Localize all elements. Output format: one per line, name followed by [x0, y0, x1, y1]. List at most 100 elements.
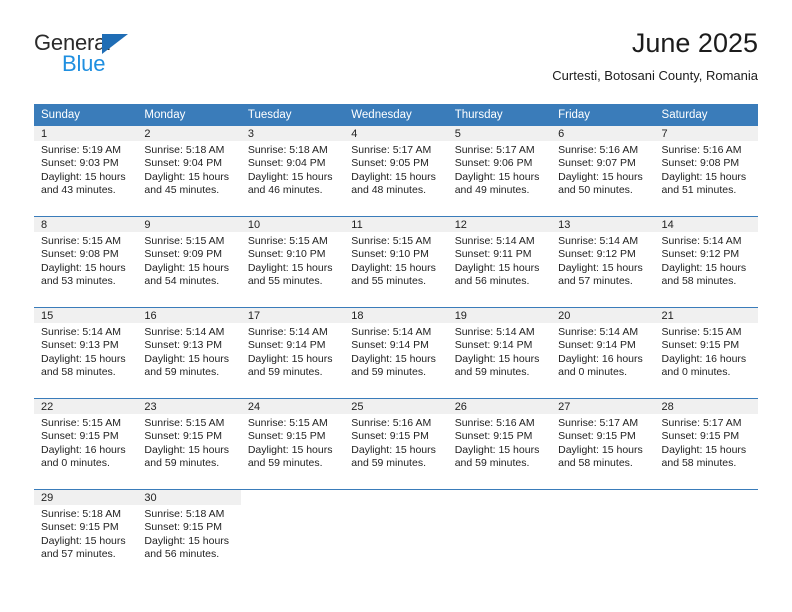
calendar-day-cell[interactable]: 26 Sunrise: 5:16 AM Sunset: 9:15 PM Dayligh…	[447, 398, 552, 483]
day-sunrise-text: Sunrise: 5:14 AM	[558, 235, 639, 247]
day-sunrise-text: Sunrise: 5:18 AM	[41, 508, 121, 520]
day-number: 7	[654, 126, 758, 141]
calendar-day-cell[interactable]: 24 Sunrise: 5:15 AM Sunset: 9:15 PM Dayligh…	[240, 398, 345, 483]
day-sunset-text: Sunset: 9:15 PM	[247, 430, 326, 443]
calendar-day-cell[interactable]: 13 Sunrise: 5:14 AM Sunset: 9:12 PM Dayligh…	[551, 216, 655, 301]
calendar-day-cell	[551, 489, 655, 574]
day-sunset-text: Sunset: 9:04 PM	[144, 157, 223, 170]
calendar-day-cell[interactable]: 15 Sunrise: 5:14 AM Sunset: 9:13 PM Dayligh…	[34, 307, 138, 392]
day-daylight-line2-text: and 43 minutes.	[41, 184, 116, 197]
day-sunset-text: Sunset: 9:08 PM	[41, 248, 119, 261]
day-daylight-line1-text: Daylight: 15 hours	[558, 261, 643, 274]
day-cell-inner: 10 Sunrise: 5:15 AM Sunset: 9:10 PM Dayligh…	[240, 217, 345, 301]
calendar-day-cell[interactable]: 25 Sunrise: 5:16 AM Sunset: 9:15 PM Dayligh…	[344, 398, 448, 483]
day-cell-inner: 15 Sunrise: 5:14 AM Sunset: 9:13 PM Dayligh…	[34, 308, 138, 392]
day-daylight-line1-text: Daylight: 16 hours	[661, 352, 747, 365]
day-daylight-line1-text: Daylight: 15 hours	[41, 261, 126, 274]
calendar-day-cell	[654, 489, 758, 574]
day-details: Sunrise: 5:15 AM Sunset: 9:08 PM Daylight:…	[34, 232, 137, 289]
day-daylight-line2-text: and 48 minutes.	[351, 184, 426, 197]
calendar-day-cell[interactable]: 12 Sunrise: 5:14 AM Sunset: 9:11 PM Dayligh…	[447, 216, 552, 301]
day-sunset-text: Sunset: 9:15 PM	[41, 430, 119, 443]
calendar-day-cell[interactable]: 30 Sunrise: 5:18 AM Sunset: 9:15 PM Dayligh…	[137, 489, 241, 574]
calendar-day-cell[interactable]: 27 Sunrise: 5:17 AM Sunset: 9:15 PM Dayligh…	[551, 398, 655, 483]
day-daylight-line2-text: and 59 minutes.	[247, 457, 323, 470]
calendar-day-cell[interactable]: 19 Sunrise: 5:14 AM Sunset: 9:14 PM Dayligh…	[447, 307, 552, 392]
page-title: June 2025	[631, 28, 758, 58]
day-details	[655, 505, 758, 508]
day-details: Sunrise: 5:18 AM Sunset: 9:15 PM Daylight:…	[34, 505, 137, 562]
day-daylight-line1-text: Daylight: 16 hours	[558, 352, 643, 365]
day-daylight-line2-text: and 58 minutes.	[661, 457, 737, 470]
calendar-day-cell[interactable]: 23 Sunrise: 5:15 AM Sunset: 9:15 PM Dayligh…	[137, 398, 241, 483]
day-details: Sunrise: 5:14 AM Sunset: 9:11 PM Daylight:…	[448, 232, 551, 289]
day-sunset-text: Sunset: 9:15 PM	[144, 521, 223, 534]
calendar-day-cell[interactable]: 21 Sunrise: 5:15 AM Sunset: 9:15 PM Dayligh…	[654, 307, 758, 392]
day-cell-inner: 4 Sunrise: 5:17 AM Sunset: 9:05 PM Daylight…	[344, 126, 448, 210]
day-sunrise-text: Sunrise: 5:15 AM	[661, 326, 742, 338]
calendar-day-cell[interactable]: 18 Sunrise: 5:14 AM Sunset: 9:14 PM Dayligh…	[344, 307, 448, 392]
day-details: Sunrise: 5:16 AM Sunset: 9:15 PM Daylight:…	[448, 414, 551, 471]
day-sunrise-text: Sunrise: 5:14 AM	[351, 326, 432, 338]
day-sunset-text: Sunset: 9:14 PM	[351, 339, 429, 352]
day-sunset-text: Sunset: 9:12 PM	[558, 248, 636, 261]
day-sunset-text: Sunset: 9:14 PM	[247, 339, 326, 352]
day-daylight-line2-text: and 0 minutes.	[661, 366, 731, 379]
day-daylight-line2-text: and 57 minutes.	[558, 275, 633, 288]
day-number	[551, 490, 654, 505]
calendar-day-cell[interactable]: 10 Sunrise: 5:15 AM Sunset: 9:10 PM Dayligh…	[240, 216, 345, 301]
day-number: 28	[654, 399, 758, 414]
calendar-day-cell[interactable]: 5 Sunrise: 5:17 AM Sunset: 9:06 PM Daylight…	[447, 126, 552, 210]
calendar-day-cell[interactable]: 20 Sunrise: 5:14 AM Sunset: 9:14 PM Dayligh…	[551, 307, 655, 392]
day-number: 19	[447, 308, 552, 323]
calendar-day-cell[interactable]: 9 Sunrise: 5:15 AM Sunset: 9:09 PM Daylight…	[137, 216, 241, 301]
day-daylight-line1-text: Daylight: 15 hours	[41, 170, 126, 183]
day-number: 10	[240, 217, 345, 232]
day-cell-inner: 7 Sunrise: 5:16 AM Sunset: 9:08 PM Daylight…	[654, 126, 758, 210]
calendar-day-cell[interactable]: 7 Sunrise: 5:16 AM Sunset: 9:08 PM Daylight…	[654, 126, 758, 210]
day-sunset-text: Sunset: 9:15 PM	[144, 430, 223, 443]
day-daylight-line1-text: Daylight: 15 hours	[661, 261, 747, 274]
calendar-day-cell[interactable]: 14 Sunrise: 5:14 AM Sunset: 9:12 PM Dayligh…	[654, 216, 758, 301]
calendar-day-cell[interactable]: 8 Sunrise: 5:15 AM Sunset: 9:08 PM Daylight…	[34, 216, 138, 301]
day-daylight-line2-text: and 45 minutes.	[144, 184, 220, 197]
day-sunrise-text: Sunrise: 5:14 AM	[247, 326, 328, 338]
calendar-day-cell[interactable]: 16 Sunrise: 5:14 AM Sunset: 9:13 PM Dayligh…	[137, 307, 241, 392]
day-sunrise-text: Sunrise: 5:19 AM	[41, 144, 121, 156]
calendar-day-cell[interactable]: 11 Sunrise: 5:15 AM Sunset: 9:10 PM Dayligh…	[344, 216, 448, 301]
day-daylight-line2-text: and 55 minutes.	[247, 275, 323, 288]
day-sunset-text: Sunset: 9:14 PM	[558, 339, 636, 352]
day-details: Sunrise: 5:14 AM Sunset: 9:14 PM Daylight:…	[241, 323, 344, 380]
day-sunset-text: Sunset: 9:15 PM	[41, 521, 119, 534]
day-cell-inner: 6 Sunrise: 5:16 AM Sunset: 9:07 PM Daylight…	[551, 126, 655, 210]
day-daylight-line1-text: Daylight: 15 hours	[454, 352, 540, 365]
general-blue-logo[interactable]: General Blue	[34, 30, 194, 86]
day-cell-inner: 12 Sunrise: 5:14 AM Sunset: 9:11 PM Dayligh…	[447, 217, 552, 301]
calendar-day-cell[interactable]: 29 Sunrise: 5:18 AM Sunset: 9:15 PM Dayligh…	[34, 489, 138, 574]
calendar-day-cell[interactable]: 6 Sunrise: 5:16 AM Sunset: 9:07 PM Daylight…	[551, 126, 655, 210]
day-cell-inner: 24 Sunrise: 5:15 AM Sunset: 9:15 PM Dayligh…	[240, 399, 345, 483]
calendar-day-cell[interactable]: 2 Sunrise: 5:18 AM Sunset: 9:04 PM Daylight…	[137, 126, 241, 210]
day-details: Sunrise: 5:18 AM Sunset: 9:04 PM Daylight:…	[137, 141, 240, 198]
day-daylight-line2-text: and 0 minutes.	[41, 457, 110, 470]
calendar-day-cell[interactable]: 3 Sunrise: 5:18 AM Sunset: 9:04 PM Daylight…	[240, 126, 345, 210]
location-subtitle: Curtesti, Botosani County, Romania	[552, 68, 758, 83]
day-details: Sunrise: 5:14 AM Sunset: 9:12 PM Daylight:…	[551, 232, 654, 289]
day-daylight-line1-text: Daylight: 15 hours	[351, 170, 436, 183]
day-daylight-line1-text: Daylight: 15 hours	[41, 352, 126, 365]
day-sunrise-text: Sunrise: 5:16 AM	[661, 144, 742, 156]
calendar-day-cell[interactable]: 28 Sunrise: 5:17 AM Sunset: 9:15 PM Dayligh…	[654, 398, 758, 483]
day-daylight-line2-text: and 59 minutes.	[454, 457, 530, 470]
day-number: 8	[34, 217, 138, 232]
day-sunset-text: Sunset: 9:06 PM	[454, 157, 533, 170]
day-details	[241, 505, 344, 508]
calendar-day-cell[interactable]: 17 Sunrise: 5:14 AM Sunset: 9:14 PM Dayligh…	[240, 307, 345, 392]
calendar-day-cell[interactable]: 22 Sunrise: 5:15 AM Sunset: 9:15 PM Dayligh…	[34, 398, 138, 483]
day-cell-inner: 18 Sunrise: 5:14 AM Sunset: 9:14 PM Dayligh…	[344, 308, 448, 392]
calendar-day-cell[interactable]: 1 Sunrise: 5:19 AM Sunset: 9:03 PM Daylight…	[34, 126, 138, 210]
calendar-day-cell[interactable]: 4 Sunrise: 5:17 AM Sunset: 9:05 PM Daylight…	[344, 126, 448, 210]
day-cell-inner: 20 Sunrise: 5:14 AM Sunset: 9:14 PM Dayligh…	[551, 308, 655, 392]
day-details: Sunrise: 5:18 AM Sunset: 9:04 PM Daylight:…	[241, 141, 344, 198]
day-details: Sunrise: 5:15 AM Sunset: 9:15 PM Daylight:…	[137, 414, 240, 471]
day-details: Sunrise: 5:15 AM Sunset: 9:15 PM Daylight:…	[655, 323, 758, 380]
